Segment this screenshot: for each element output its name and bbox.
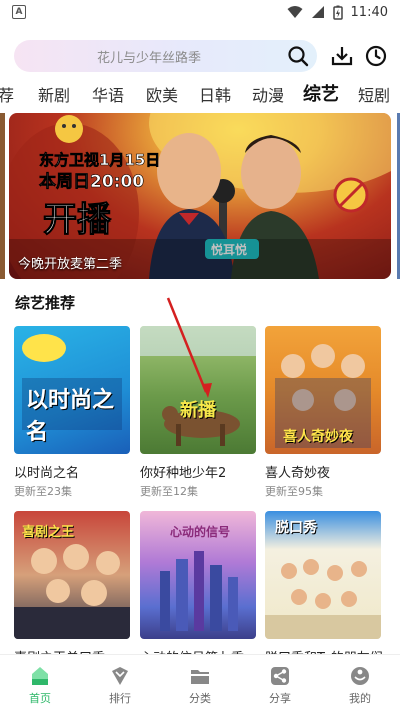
clock: 11:40 — [350, 4, 388, 20]
variety-card[interactable]: 新播 你好种地少年2 更新至12集 — [140, 326, 256, 498]
share-icon — [271, 667, 289, 685]
card-update: 更新至95集 — [265, 485, 323, 498]
nav-label: 首页 — [29, 692, 51, 705]
poster-title-text: 脱口秀 — [275, 520, 317, 536]
variety-card[interactable]: 以时尚之名 以时尚之名 更新至23集 — [14, 326, 130, 498]
card-update: 更新至12集 — [140, 485, 198, 498]
banner-time-text: 本周日20:00 — [39, 171, 144, 192]
poster-image: 新播 — [140, 326, 256, 454]
tab-western[interactable]: 欧美 — [146, 82, 178, 106]
home-icon — [32, 667, 48, 685]
poster-image: 喜剧之王 — [14, 511, 130, 639]
poster-title-text: 喜人奇妙夜 — [283, 429, 353, 445]
nav-label: 排行 — [109, 692, 131, 705]
wifi-icon — [287, 6, 303, 18]
ranking-icon — [112, 667, 128, 685]
banner-caption: 今晚开放麦第二季 — [18, 257, 123, 272]
history-icon[interactable] — [365, 45, 387, 67]
card-title: 喜人奇妙夜 — [265, 466, 331, 481]
banner-date-text: 东方卫视1月15日 — [39, 151, 160, 169]
tab-new-drama[interactable]: 新剧 — [38, 82, 70, 106]
battery-icon — [332, 5, 343, 20]
card-title: 以时尚之名 — [14, 466, 80, 481]
variety-card[interactable]: 喜人奇妙夜 喜人奇妙夜 更新至95集 — [265, 326, 381, 498]
search-row: 花儿与少年丝路季 — [0, 38, 400, 74]
poster-title-text: 心动的信号 — [170, 525, 231, 539]
search-icon[interactable] — [287, 45, 309, 67]
poster-image: 心动的信号 — [140, 511, 256, 639]
tab-chinese[interactable]: 华语 — [92, 82, 124, 106]
variety-card[interactable]: 脱口秀 脱口秀和Ta的朋友们 — [265, 511, 383, 666]
search-placeholder: 花儿与少年丝路季 — [96, 50, 201, 66]
tab-recommend[interactable]: 荐 — [0, 82, 14, 106]
a-square-icon: A — [12, 5, 26, 19]
nav-label: 分享 — [269, 692, 291, 705]
poster-title-text: 以时尚之名 — [26, 388, 115, 445]
tab-short-drama[interactable]: 短剧 — [358, 82, 390, 106]
tab-anime[interactable]: 动漫 — [252, 82, 284, 106]
poster-image: 喜人奇妙夜 — [265, 326, 381, 454]
card-update: 更新至23集 — [14, 485, 72, 498]
poster-image: 以时尚之名 — [14, 326, 130, 454]
download-icon[interactable] — [330, 44, 354, 68]
bottom-nav: 首页 排行 分类 分享 我的 — [0, 654, 400, 712]
banner-headline-text: 开播 — [43, 200, 112, 240]
variety-card[interactable]: 喜剧之王 喜剧之王单口季 — [14, 511, 130, 666]
nav-profile[interactable]: 我的 — [330, 665, 390, 706]
banner-slide[interactable]: 东方卫视1月15日 本周日20:00 开播 悦耳悦 今晚开放麦第二季 — [9, 113, 391, 279]
banner-peek-left — [0, 113, 5, 279]
nav-share[interactable]: 分享 — [250, 665, 310, 706]
folder-icon — [191, 670, 209, 684]
banner-carousel[interactable]: 东方卫视1月15日 本周日20:00 开播 悦耳悦 今晚开放麦第二季 — [0, 113, 400, 279]
nav-label: 我的 — [349, 692, 371, 705]
search-input[interactable]: 花儿与少年丝路季 — [14, 40, 317, 72]
section-title: 综艺推荐 — [15, 294, 76, 312]
tab-japan-korea[interactable]: 日韩 — [199, 82, 231, 106]
poster-image: 脱口秀 — [265, 511, 381, 639]
status-bar: A 11:40 — [0, 0, 400, 24]
nav-label: 分类 — [189, 692, 211, 705]
nav-home[interactable]: 首页 — [10, 665, 70, 706]
profile-icon — [351, 667, 369, 685]
tab-variety[interactable]: 综艺 — [303, 80, 339, 106]
card-title: 你好种地少年2 — [140, 466, 227, 481]
poster-title-text: 喜剧之王 — [22, 525, 75, 540]
nav-ranking[interactable]: 排行 — [90, 665, 150, 706]
variety-card[interactable]: 心动的信号 心动的信号第七季 — [140, 511, 256, 666]
category-tabs: 荐 新剧 华语 欧美 日韩 动漫 综艺 短剧 — [0, 80, 400, 108]
signal-icon — [311, 6, 324, 18]
nav-category[interactable]: 分类 — [170, 665, 230, 706]
poster-title-text: 新播 — [180, 400, 216, 421]
